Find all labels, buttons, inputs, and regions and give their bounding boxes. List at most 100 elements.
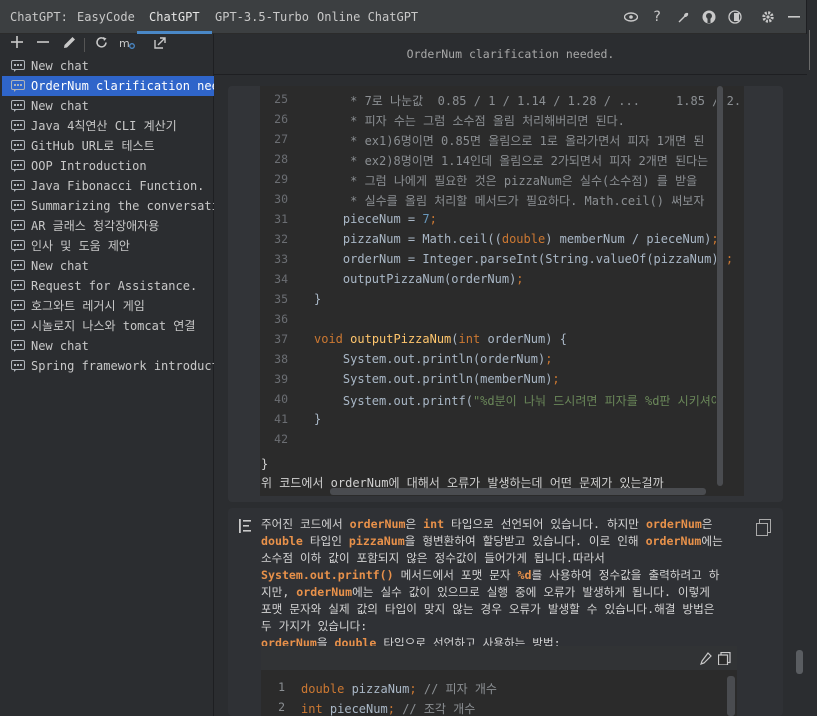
sidebar-chat-label: Java 4칙연산 CLI 계산기: [31, 119, 177, 133]
code-line-number: 37: [274, 332, 288, 346]
code-line: System.out.println(orderNum);: [314, 352, 553, 366]
code-line-number: 35: [274, 292, 288, 306]
sidebar-chat-item[interactable]: New chat: [2, 256, 214, 276]
code-line-number: 28: [274, 152, 288, 166]
code-line: * 그럼 나에게 필요한 것은 pizzaNum은 실수(소수점) 를 받을: [314, 174, 705, 188]
chat-bubble-icon: [11, 160, 25, 172]
answer-code-scrollbar[interactable]: [727, 676, 735, 716]
inline-code: orderNum: [349, 517, 406, 531]
sidebar-chat-item[interactable]: Spring framework introduction.: [2, 356, 214, 376]
sidebar-chat-label: 시놀로지 나스와 tomcat 연결: [31, 319, 196, 333]
settings-sync-icon[interactable]: m: [119, 36, 135, 52]
code-line-number: 2: [278, 700, 285, 714]
chat-history-list: New chat OrderNum clarification needed. Ne…: [2, 56, 214, 376]
chat-bubble-icon: [11, 260, 25, 272]
code-line: * ex1)6명이면 0.85면 올림으로 1로 올라가면서 피자 1개면 된: [314, 134, 705, 148]
sidebar-chat-label: New chat: [31, 99, 89, 113]
answer-code-block: 1 double pizzaNum; // 피자 개수 2 int pieceNum;…: [261, 646, 737, 716]
chat-bubble-icon: [11, 140, 25, 152]
sidebar-chat-item[interactable]: New chat: [2, 96, 214, 116]
code-line: double pizzaNum; // 피자 개수: [301, 682, 497, 696]
chat-bubble-icon: [11, 100, 25, 112]
sidebar-chat-item[interactable]: Summarizing the conversation.: [2, 196, 214, 216]
inline-code: System.out.printf(): [261, 568, 394, 582]
right-tool-strip: [806, 0, 817, 716]
sidebar-chat-label: New chat: [31, 59, 89, 73]
wrench-icon[interactable]: [676, 10, 690, 24]
sidebar-chat-item[interactable]: 시놀로지 나스와 tomcat 연결: [2, 316, 214, 336]
insert-code-icon[interactable]: [699, 652, 712, 668]
answer-text-segment: 은: [701, 517, 713, 531]
code-line-number: 30: [274, 192, 288, 206]
eye-icon[interactable]: [624, 10, 638, 24]
code-line-number: 31: [274, 212, 288, 226]
sidebar-chat-item[interactable]: OrderNum clarification needed.: [2, 76, 214, 96]
refresh-icon[interactable]: [93, 36, 109, 52]
sidebar-chat-label: GitHub URL로 테스트: [31, 139, 155, 153]
code-line: }: [314, 412, 322, 426]
user-code-closing-brace: }: [261, 457, 269, 471]
sidebar-chat-label: Summarizing the conversation.: [31, 199, 214, 213]
sidebar-chat-label: New chat: [31, 259, 89, 273]
sidebar-chat-item[interactable]: Request for Assistance.: [2, 276, 214, 296]
code-line-number: 29: [274, 172, 288, 186]
code-line-number: 34: [274, 272, 288, 286]
sidebar-chat-item[interactable]: New chat: [2, 336, 214, 356]
tool-window-title: ChatGPT:: [10, 10, 68, 24]
sidebar-chat-item[interactable]: 호그와트 레거시 게임: [2, 296, 214, 316]
help-icon[interactable]: ?: [650, 9, 664, 25]
export-icon[interactable]: [152, 36, 168, 52]
tab-easycode[interactable]: EasyCode: [77, 0, 135, 34]
sidebar-chat-item[interactable]: Java Fibonacci Function.: [2, 176, 214, 196]
sidebar-chat-label: 호그와트 레거시 게임: [31, 299, 145, 313]
edit-icon[interactable]: [61, 36, 77, 52]
remove-icon[interactable]: [35, 36, 51, 52]
chat-bubble-icon: [11, 180, 25, 192]
code-line: pizzaNum = Math.ceil((double) memberNum …: [314, 232, 719, 246]
copy-code-icon[interactable]: [717, 651, 731, 668]
plugin-icon[interactable]: [728, 10, 742, 24]
github-icon[interactable]: [702, 10, 716, 24]
user-question: 위 코드에서 orderNum에 대해서 오류가 발생하는데 어떤 문제가 있는…: [261, 476, 664, 490]
sidebar-chat-label: OrderNum clarification needed.: [31, 79, 214, 93]
gear-icon[interactable]: [761, 10, 775, 24]
copy-message-icon[interactable]: [756, 519, 771, 536]
sidebar-chat-item[interactable]: New chat: [2, 56, 214, 76]
sidebar-chat-item[interactable]: Java 4칙연산 CLI 계산기: [2, 116, 214, 136]
sidebar-chat-item[interactable]: GitHub URL로 테스트: [2, 136, 214, 156]
code-vertical-scrollbar[interactable]: [716, 86, 724, 492]
sidebar-chat-item[interactable]: OOP Introduction: [2, 156, 214, 176]
chat-title: OrderNum clarification needed.: [214, 34, 807, 75]
chat-bubble-icon: [11, 120, 25, 132]
code-line: void outputPizzaNum(int orderNum) {: [314, 332, 567, 346]
code-line-number: 42: [274, 432, 288, 446]
code-line-number: 32: [274, 232, 288, 246]
sidebar-chat-label: Request for Assistance.: [31, 279, 198, 293]
chat-panel: OrderNum clarification needed. 25 * 7로 나…: [214, 34, 807, 716]
chat-bubble-icon: [11, 340, 25, 352]
code-line-number: 39: [274, 372, 288, 386]
chat-bubble-icon: [11, 80, 25, 92]
chat-bubble-icon: [11, 60, 25, 72]
code-line-number: 25: [274, 92, 288, 106]
svg-text:m: m: [119, 37, 130, 50]
add-icon[interactable]: [9, 36, 25, 52]
chat-scrollbar[interactable]: [796, 650, 803, 674]
chat-bubble-icon: [11, 280, 25, 292]
code-line: * ex2)8명이면 1.14인데 올림으로 2가되면서 피자 2개면 된다는: [314, 154, 709, 168]
inline-code: %d: [517, 568, 532, 582]
tab-online-chatgpt[interactable]: Online ChatGPT: [317, 0, 418, 34]
chat-history-sidebar: m New chat OrderNum clarification needed.…: [0, 34, 214, 716]
minimize-icon[interactable]: [787, 10, 801, 24]
sidebar-chat-label: New chat: [31, 339, 89, 353]
chat-bubble-icon: [11, 320, 25, 332]
tab-gpt-3-5-turbo[interactable]: GPT-3.5-Turbo: [215, 0, 309, 34]
code-line-number: 36: [274, 312, 288, 326]
tab-chatgpt[interactable]: ChatGPT: [137, 0, 212, 34]
code-line: * 7로 나눈값 0.85 / 1 / 1.14 / 1.28 / ... 1.…: [314, 94, 742, 108]
sidebar-chat-label: Java Fibonacci Function.: [31, 179, 205, 193]
sidebar-chat-item[interactable]: 인사 및 도움 제안: [2, 236, 214, 256]
code-line: * 실수를 올림 처리할 메서드가 필요하다. Math.ceil() 써보자: [314, 194, 705, 208]
sidebar-chat-item[interactable]: AR 글래스 청각장애자용: [2, 216, 214, 236]
answer-text-segment: 타입으로 선언되어 있습니다. 하지만: [444, 517, 646, 531]
